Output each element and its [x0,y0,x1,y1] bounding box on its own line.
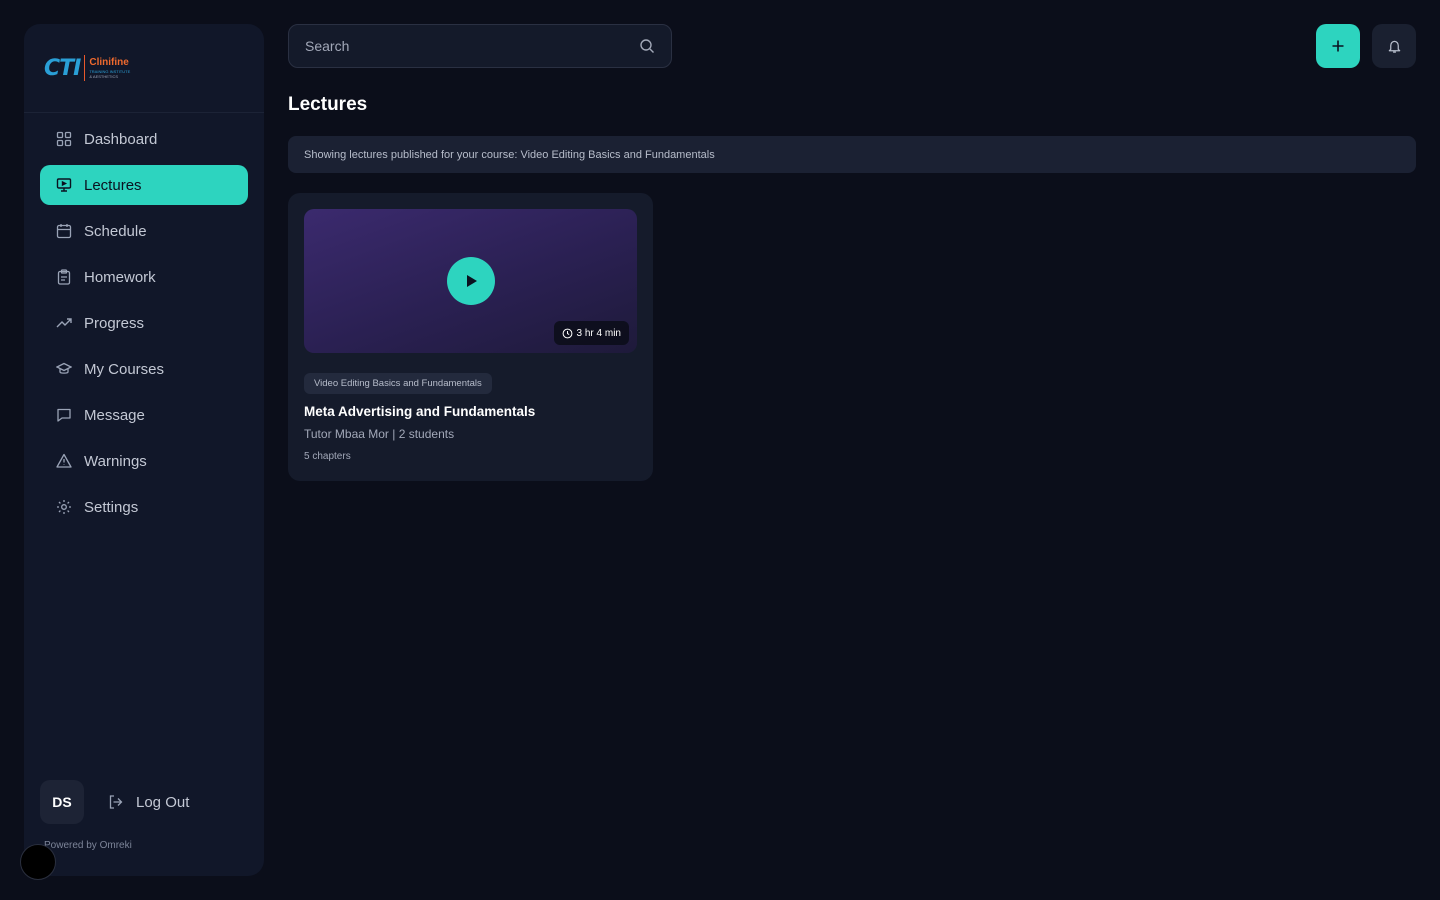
powered-by: Powered by Omreki [44,840,132,851]
trending-up-icon [56,318,72,328]
brand-logo[interactable]: CTI Clinifine TRAINING INSTITUTE & AESTH… [44,55,130,81]
logout-label: Log Out [136,793,190,811]
sidebar-footer: DS Log Out [40,780,189,824]
sidebar-item-label: Lectures [84,176,142,194]
sidebar-item-label: Schedule [84,222,147,240]
sidebar-nav: Dashboard Lectures Schedule Homework Pro… [24,119,264,527]
clipboard-icon [57,269,71,285]
bell-icon [1388,40,1400,53]
sidebar-item-warnings[interactable]: Warnings [40,441,248,481]
gear-icon [57,500,71,514]
logo-divider [84,55,86,81]
floating-widget-button[interactable] [20,844,56,880]
course-tag: Video Editing Basics and Fundamentals [304,373,492,394]
plus-icon [1332,40,1344,52]
lecture-card[interactable]: 3 hr 4 min Video Editing Basics and Fund… [288,193,653,481]
notifications-button[interactable] [1372,24,1416,68]
sidebar-item-label: My Courses [84,360,165,378]
logo-mark: CTI [44,55,81,81]
sidebar-item-my-courses[interactable]: My Courses [40,349,248,389]
warning-icon [56,453,72,468]
sidebar-item-settings[interactable]: Settings [40,487,248,527]
clock-icon [562,328,572,338]
sidebar-item-homework[interactable]: Homework [40,257,248,297]
sidebar-item-progress[interactable]: Progress [40,303,248,343]
course-info-banner: Showing lectures published for your cour… [288,136,1416,173]
chapter-count: 5 chapters [304,451,351,462]
logo-subtitle-2: & AESTHETICS [89,73,119,79]
sidebar-item-lectures[interactable]: Lectures [40,165,248,205]
play-icon [467,275,477,287]
logo-area: CTI Clinifine TRAINING INSTITUTE & AESTH… [24,24,264,113]
duration-badge: 3 hr 4 min [553,321,629,345]
lecture-meta: Tutor Mbaa Mor | 2 students [304,427,455,441]
avatar[interactable]: DS [40,780,84,824]
sidebar-item-label: Message [84,406,145,424]
lecture-title[interactable]: Meta Advertising and Fundamentals [304,404,637,419]
graduation-cap-icon [56,362,72,374]
page-title: Lectures [288,94,368,115]
sidebar-item-message[interactable]: Message [40,395,248,435]
sidebar-item-label: Settings [84,498,139,516]
sidebar-item-label: Warnings [84,452,147,470]
sidebar: CTI Clinifine TRAINING INSTITUTE & AESTH… [24,24,264,876]
sidebar-item-schedule[interactable]: Schedule [40,211,248,251]
search-box [288,24,672,68]
sidebar-item-dashboard[interactable]: Dashboard [40,119,248,159]
sidebar-item-label: Homework [84,268,156,286]
message-icon [57,408,71,422]
search-icon[interactable] [639,38,655,54]
lecture-thumbnail[interactable]: 3 hr 4 min [304,209,637,353]
logout-button[interactable]: Log Out [108,794,189,811]
presentation-icon [56,178,72,192]
calendar-icon [56,224,72,239]
logo-subtitle: TRAINING INSTITUTE [89,68,131,74]
logo-text: Clinifine TRAINING INSTITUTE & AESTHETIC… [89,56,131,79]
grid-icon [56,131,72,147]
search-input[interactable] [305,38,639,54]
logo-name: Clinifine [89,56,129,68]
sidebar-item-label: Progress [84,314,145,332]
play-button[interactable] [447,257,495,305]
sidebar-item-label: Dashboard [84,130,158,148]
add-button[interactable] [1316,24,1360,68]
duration-label: 3 hr 4 min [576,327,621,339]
logout-icon [109,795,123,809]
